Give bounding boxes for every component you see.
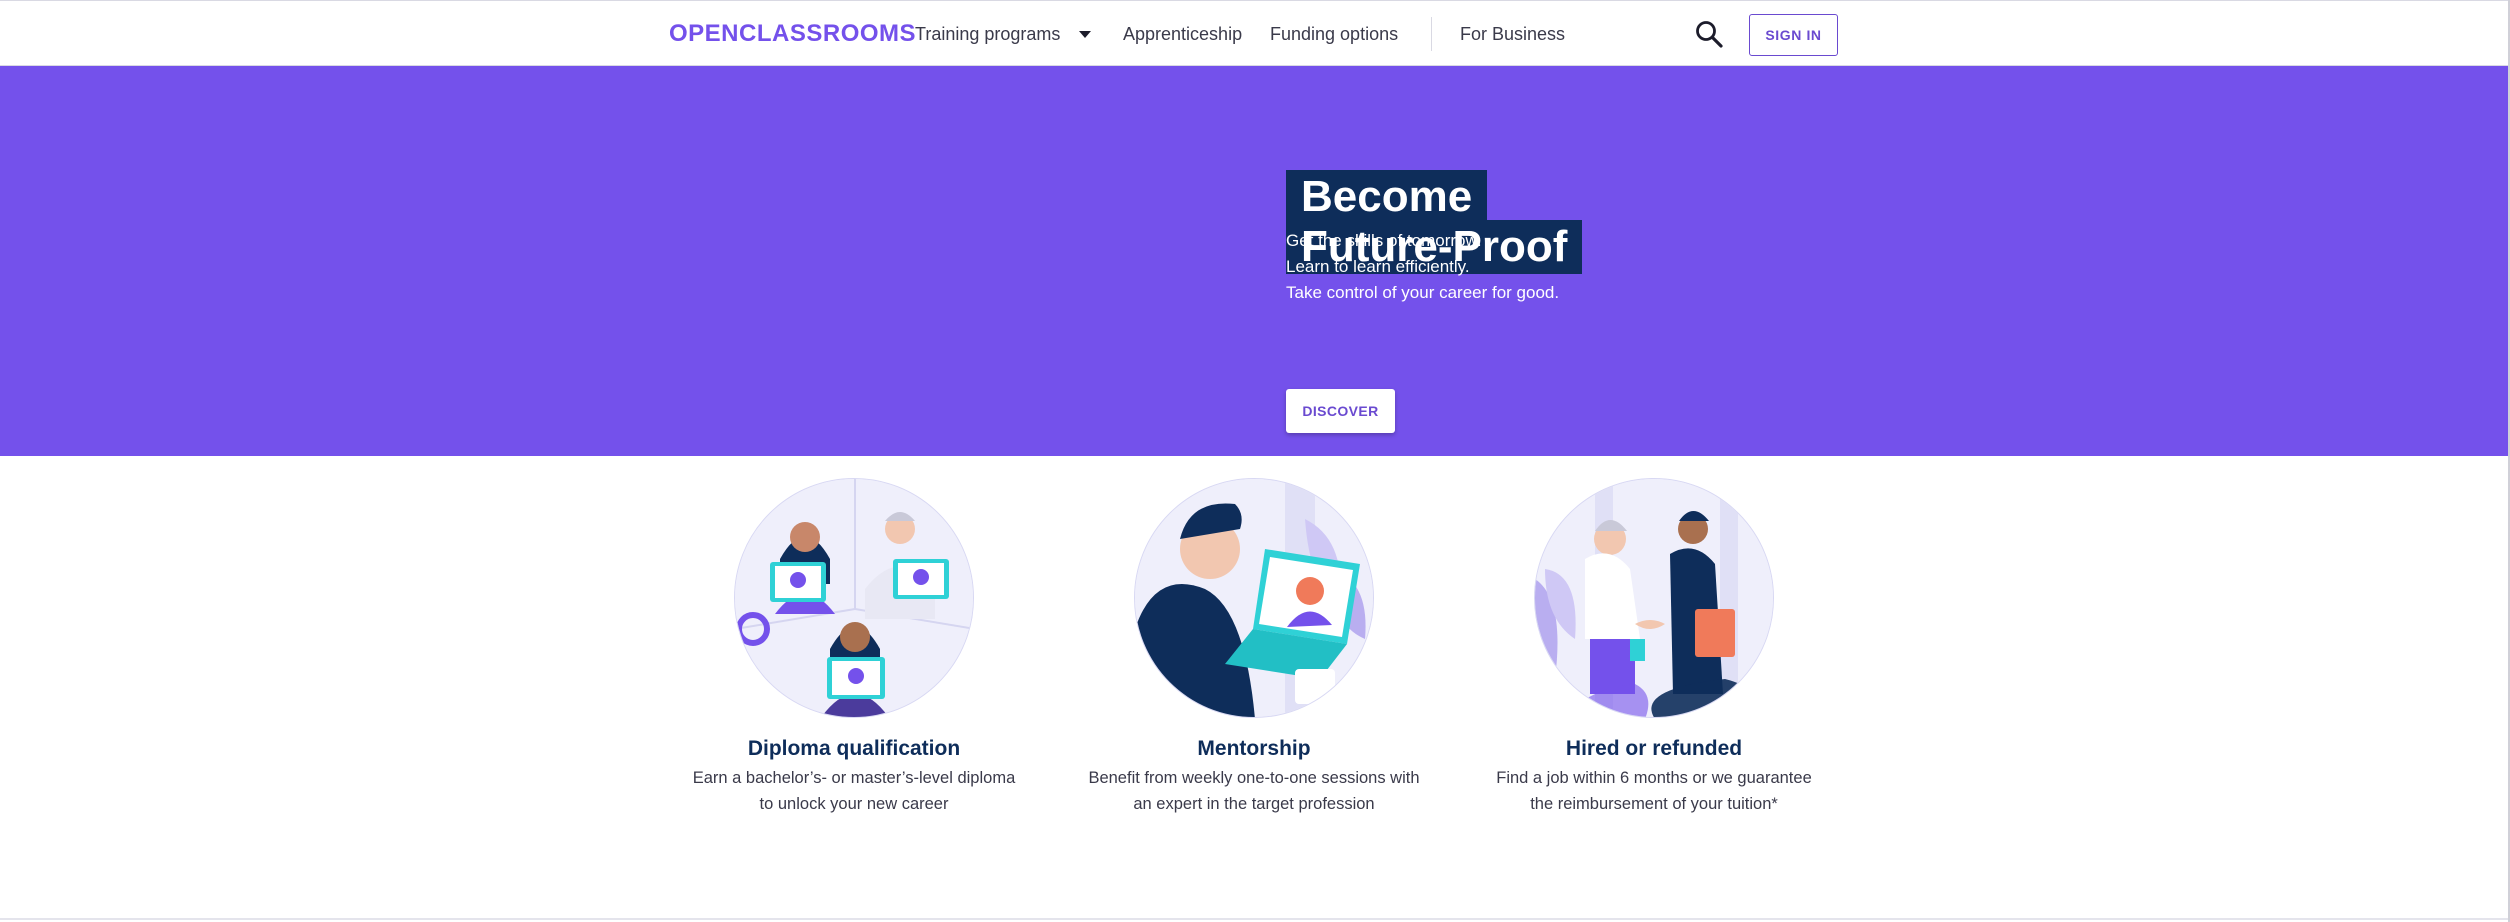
mentorship-illustration (1134, 478, 1374, 718)
discover-button[interactable]: DISCOVER (1286, 389, 1395, 433)
feature-description-line-1: Earn a bachelor’s- or master’s-level dip… (692, 769, 1016, 787)
nav-divider (1431, 17, 1432, 51)
search-icon[interactable] (1694, 19, 1724, 49)
bottom-divider (0, 918, 2510, 920)
feature-title: Diploma qualification (747, 737, 961, 760)
nav-for-business[interactable]: For Business (1460, 21, 1565, 47)
nav-funding-options[interactable]: Funding options (1270, 21, 1398, 47)
sign-in-button[interactable]: SIGN IN (1749, 14, 1838, 56)
nav-apprenticeship[interactable]: Apprenticeship (1123, 21, 1242, 47)
hero-banner: Become Future-Proof Get the skills of to… (0, 66, 2510, 456)
feature-description: Benefit from weekly one-to-one sessions … (1054, 765, 1454, 817)
feature-description-line-1: Benefit from weekly one-to-one sessions … (1088, 769, 1420, 787)
diploma-illustration (734, 478, 974, 718)
hero-tagline-3: Take control of your career for good. (1286, 283, 1560, 302)
nav-training-programs[interactable]: Training programs (915, 21, 1060, 47)
feature-description-line-1: Find a job within 6 months or we guarant… (1496, 769, 1812, 787)
feature-description: Find a job within 6 months or we guarant… (1454, 765, 1854, 817)
feature-description: Earn a bachelor’s- or master’s-level dip… (654, 765, 1054, 817)
feature-description-line-2: the reimbursement of your tuition* (1530, 795, 1778, 813)
top-navigation: OPENCLASSROOMS Training programs Apprent… (0, 0, 2510, 66)
handshake-illustration (1534, 478, 1774, 718)
caret-down-icon[interactable] (1079, 31, 1091, 38)
hero-tagline-1: Get the skills of tomorrow. (1286, 231, 1482, 250)
feature-description-line-2: an expert in the target profession (1133, 795, 1375, 813)
hero-tagline-2: Learn to learn efficiently. (1286, 257, 1470, 276)
feature-title: Hired or refunded (1565, 737, 1743, 760)
openclassrooms-logo[interactable]: OPENCLASSROOMS (669, 19, 916, 49)
feature-description-line-2: to unlock your new career (759, 795, 949, 813)
feature-title: Mentorship (1197, 737, 1311, 760)
hero-title-line-1: Become (1286, 170, 1488, 224)
